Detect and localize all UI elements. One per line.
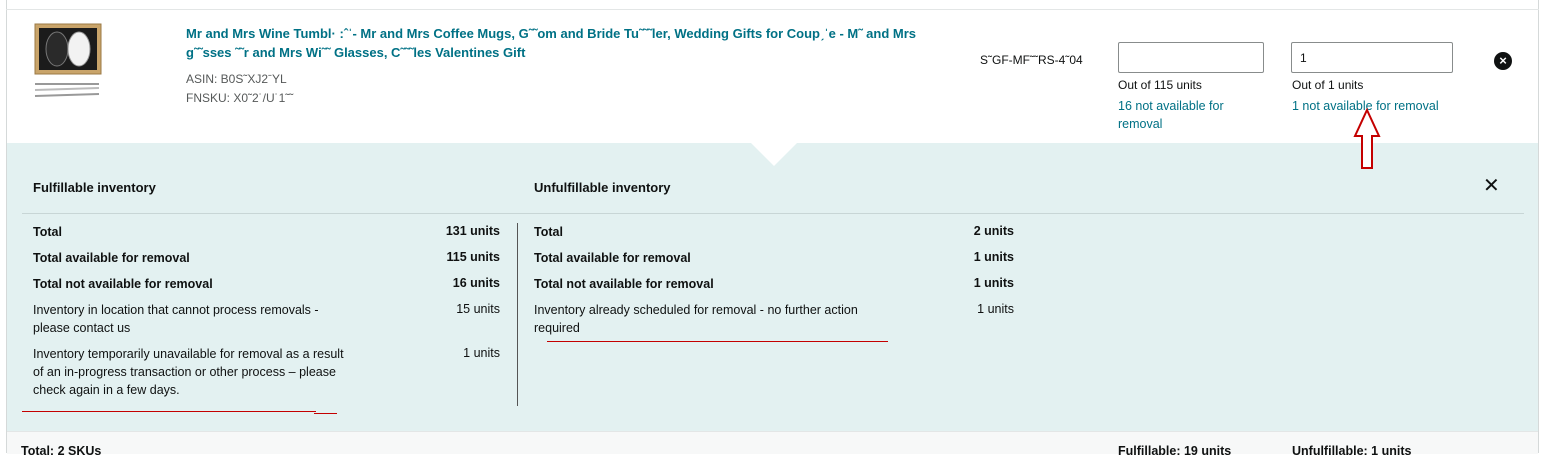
unfulfillable-quantity-input[interactable] xyxy=(1291,42,1453,73)
unfulfillable-not-available-label: Total not available for removal xyxy=(534,277,714,291)
panel-pointer-notch xyxy=(751,143,797,166)
fulfillable-not-available-link[interactable]: 16 not available for removal xyxy=(1118,97,1258,133)
product-image[interactable] xyxy=(33,22,103,98)
fulfillable-not-available-label: Total not available for removal xyxy=(33,277,213,291)
fulfillable-temporary-value: 1 units xyxy=(463,346,500,360)
product-title-link[interactable]: Mr and Mrs Wine Tumbl· :ˆˈ- Mr and Mrs C… xyxy=(186,24,946,62)
fulfillable-out-of-text: Out of 115 units xyxy=(1118,78,1202,92)
annotation-underline xyxy=(22,411,316,412)
fulfillable-total-value: 131 units xyxy=(445,224,500,238)
fulfillable-temporary-label: Inventory temporarily unavailable for re… xyxy=(33,347,344,397)
annotation-underline xyxy=(314,413,337,414)
close-circle-icon: × xyxy=(1499,53,1507,68)
unfulfillable-available-label: Total available for removal xyxy=(534,251,691,265)
annotation-underline xyxy=(547,341,888,342)
unfulfillable-available-value: 1 units xyxy=(973,250,1014,264)
fulfillable-location-label: Inventory in location that cannot proces… xyxy=(33,303,319,335)
asin-text: ASIN: B0S˜XJ2ˉYL xyxy=(186,72,287,86)
fulfillable-inventory-heading: Fulfillable inventory xyxy=(33,180,156,195)
panel-close-icon[interactable]: ✕ xyxy=(1483,176,1500,196)
footer-total-skus: Total: 2 SKUs xyxy=(21,444,102,458)
up-arrow-annotation-icon xyxy=(1353,108,1381,169)
fulfillable-available-label: Total available for removal xyxy=(33,251,190,265)
remove-row-button[interactable]: × xyxy=(1494,52,1512,70)
column-divider xyxy=(517,223,518,406)
fulfillable-available-value: 115 units xyxy=(446,250,501,264)
fulfillable-quantity-input[interactable] xyxy=(1118,42,1264,73)
footer-unfulfillable-total: Unfulfillable: 1 units xyxy=(1292,444,1412,458)
panel-divider xyxy=(22,213,1524,214)
unfulfillable-total-value: 2 units xyxy=(973,224,1014,238)
fulfillable-total-label: Total xyxy=(33,225,62,239)
frame-right xyxy=(1538,0,1539,453)
unfulfillable-total-label: Total xyxy=(534,225,563,239)
footer-fulfillable-total: Fulfillable: 19 units xyxy=(1118,444,1232,458)
fulfillable-not-available-value: 16 units xyxy=(452,276,500,290)
unfulfillable-inventory-heading: Unfulfillable inventory xyxy=(534,180,671,195)
sku-text: S˜GF-MF˜˜RS-4˜04 xyxy=(980,53,1083,67)
fnsku-text: FNSKU: X0˜2˙/U˙1˜˜ xyxy=(186,91,294,105)
unfulfillable-not-available-value: 1 units xyxy=(973,276,1014,290)
unfulfillable-scheduled-value: 1 units xyxy=(977,302,1014,316)
fulfillable-location-value: 15 units xyxy=(456,302,500,316)
unfulfillable-out-of-text: Out of 1 units xyxy=(1292,78,1364,92)
top-divider xyxy=(6,9,1539,10)
unfulfillable-scheduled-label: Inventory already scheduled for removal … xyxy=(534,303,858,335)
